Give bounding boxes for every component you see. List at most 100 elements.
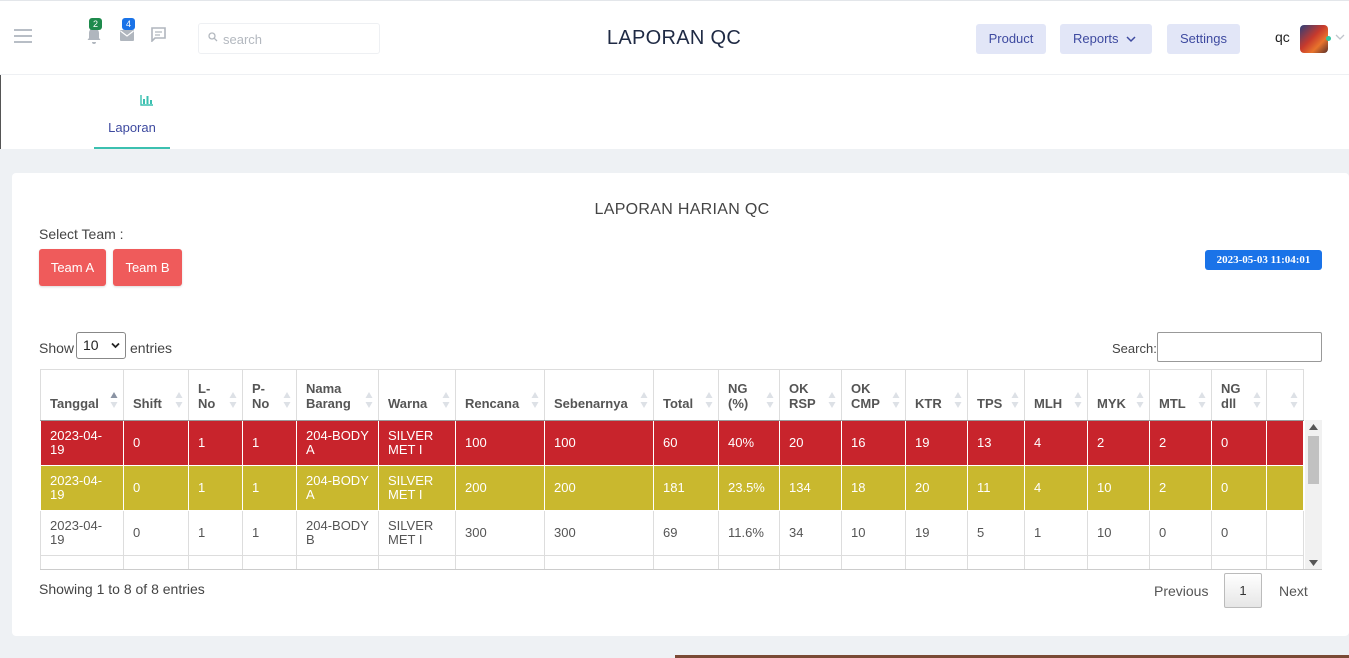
column-header[interactable]: MLH xyxy=(1024,369,1088,421)
sort-icon xyxy=(110,392,118,408)
sort-icon xyxy=(954,392,962,408)
reports-label: Reports xyxy=(1073,31,1119,46)
column-header[interactable]: MTL xyxy=(1149,369,1212,421)
table-cell: 300 xyxy=(544,510,654,556)
column-header[interactable] xyxy=(1266,369,1304,421)
column-header-label: Rencana xyxy=(465,396,520,411)
column-header-label: MTL xyxy=(1159,396,1186,411)
table-cell: 2023-04- xyxy=(40,555,124,569)
data-table-wrapper: Tanggal Shift L-No P-No Nama Barang Warna Renc… xyxy=(40,369,1322,570)
column-header[interactable]: MYK xyxy=(1087,369,1150,421)
notification-bell-icon[interactable]: 2 xyxy=(86,18,104,45)
report-card: LAPORAN HARIAN QC Select Team : Team A T… xyxy=(12,173,1349,636)
reports-dropdown-button[interactable]: Reports xyxy=(1060,24,1152,54)
table-cell xyxy=(242,555,297,569)
header-search[interactable] xyxy=(198,23,380,54)
column-header-label: Warna xyxy=(388,396,428,411)
table-cell: 16 xyxy=(841,420,906,466)
column-header[interactable]: Rencana xyxy=(455,369,545,421)
chevron-down-icon xyxy=(1126,36,1136,43)
sort-icon xyxy=(175,392,183,408)
table-row[interactable]: 2023-04-19 0 1 1 204-BODY A SILVER MET I 200 20… xyxy=(40,465,1304,511)
hamburger-menu-icon[interactable] xyxy=(14,29,32,43)
scroll-up-arrow-icon[interactable] xyxy=(1309,424,1318,430)
table-header-row: Tanggal Shift L-No P-No Nama Barang Warna Renc… xyxy=(40,369,1304,421)
tab-laporan[interactable]: Laporan xyxy=(94,75,170,149)
scrollbar-thumb[interactable] xyxy=(1308,436,1319,484)
table-cell: 0 xyxy=(1211,510,1267,556)
table-search-input[interactable] xyxy=(1157,332,1322,362)
column-header[interactable]: P-No xyxy=(242,369,297,421)
column-header[interactable]: OK CMP xyxy=(841,369,906,421)
page-1-button[interactable]: 1 xyxy=(1224,573,1262,608)
report-title: LAPORAN HARIAN QC xyxy=(594,201,770,218)
column-header[interactable]: TPS xyxy=(967,369,1025,421)
entries-select[interactable]: 10 xyxy=(76,332,126,359)
tab-laporan-label: Laporan xyxy=(108,120,156,135)
table-row[interactable]: 2023-04-19 0 1 1 204-BODY B SILVER MET I 300 30… xyxy=(40,510,1304,556)
entries-select-value: 10 xyxy=(83,337,99,353)
team-a-button[interactable]: Team A xyxy=(39,249,106,286)
sort-icon xyxy=(766,392,774,408)
mail-badge: 4 xyxy=(122,18,135,30)
table-cell: 100 xyxy=(455,420,545,466)
column-header[interactable]: Sebenarnya xyxy=(544,369,654,421)
user-chevron-down-icon[interactable] xyxy=(1335,32,1345,42)
sort-icon xyxy=(1074,392,1082,408)
column-header-label: Shift xyxy=(133,396,162,411)
column-header-label: MYK xyxy=(1097,396,1126,411)
chat-icon[interactable] xyxy=(151,27,169,45)
data-table: Tanggal Shift L-No P-No Nama Barang Warna Renc… xyxy=(40,369,1304,569)
table-cell xyxy=(1149,555,1212,569)
table-cell: 1 xyxy=(188,420,243,466)
table-cell: 181 xyxy=(653,465,719,511)
column-header[interactable]: Nama Barang xyxy=(296,369,379,421)
sort-icon xyxy=(229,392,237,408)
table-cell: 0 xyxy=(123,465,189,511)
mail-icon[interactable]: 4 xyxy=(119,18,137,45)
column-header[interactable]: OK RSP xyxy=(779,369,842,421)
vertical-scrollbar[interactable] xyxy=(1305,420,1322,569)
settings-button[interactable]: Settings xyxy=(1167,24,1240,54)
avatar[interactable] xyxy=(1300,25,1328,53)
user-name[interactable]: qc xyxy=(1275,29,1290,45)
table-cell xyxy=(123,555,189,569)
table-row[interactable]: 2023-04- 204-BODYSILVER xyxy=(40,555,1304,569)
next-page-button[interactable]: Next xyxy=(1279,583,1308,599)
table-row[interactable]: 2023-04-19 0 1 1 204-BODY A SILVER MET I 100 10… xyxy=(40,420,1304,466)
column-header[interactable]: Warna xyxy=(378,369,456,421)
column-header[interactable]: L-No xyxy=(188,369,243,421)
table-cell: 0 xyxy=(123,510,189,556)
table-cell: 300 xyxy=(455,510,545,556)
table-search-label: Search: xyxy=(1112,341,1157,356)
table-cell xyxy=(188,555,243,569)
column-header-label: Tanggal xyxy=(50,396,99,411)
column-header[interactable]: NG (%) xyxy=(718,369,780,421)
column-header[interactable]: NG dll xyxy=(1211,369,1267,421)
team-b-button[interactable]: Team B xyxy=(113,249,182,286)
table-cell: 5 xyxy=(967,510,1025,556)
column-header-label: MLH xyxy=(1034,396,1063,411)
column-header[interactable]: Shift xyxy=(123,369,189,421)
table-cell: 100 xyxy=(544,420,654,466)
chart-icon xyxy=(140,95,153,106)
table-cell: SILVER MET I xyxy=(378,420,456,466)
product-button[interactable]: Product xyxy=(976,24,1046,54)
column-header-label: OK CMP xyxy=(851,381,880,411)
column-header-label: Total xyxy=(663,396,694,411)
table-cell: 40% xyxy=(718,420,780,466)
table-cell: SILVER MET I xyxy=(378,465,456,511)
previous-page-button[interactable]: Previous xyxy=(1154,583,1208,599)
column-header[interactable]: KTR xyxy=(905,369,968,421)
table-cell: 204-BODY A xyxy=(296,420,379,466)
entries-label: entries xyxy=(130,340,173,356)
table-cell xyxy=(1087,555,1150,569)
column-header[interactable]: Tanggal xyxy=(40,369,124,421)
table-cell: 204-BODY xyxy=(296,555,379,569)
scroll-down-arrow-icon[interactable] xyxy=(1309,560,1318,566)
search-input[interactable] xyxy=(223,29,373,49)
table-cell xyxy=(455,555,545,569)
table-cell: 1 xyxy=(242,420,297,466)
sort-icon xyxy=(1011,392,1019,408)
column-header[interactable]: Total xyxy=(653,369,719,421)
